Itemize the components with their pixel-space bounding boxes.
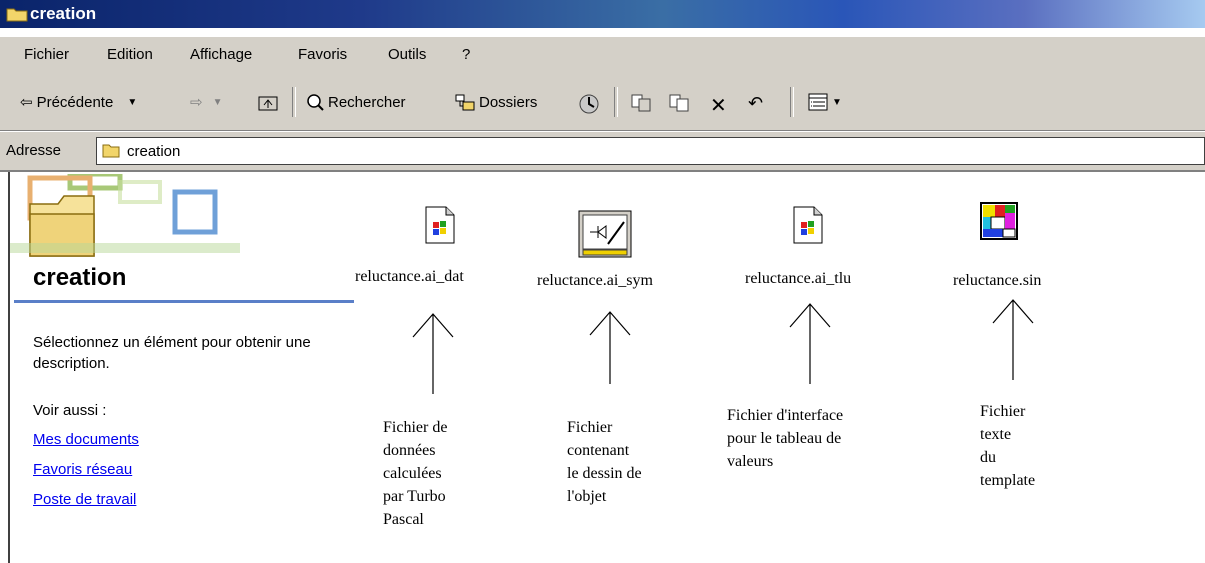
annotation-line: valeurs [727,453,774,470]
back-arrow-icon: ⇦ [20,94,33,111]
folders-icon [455,94,475,111]
address-value: creation [127,143,181,160]
folder-icon [102,144,120,158]
toolbar-separator [614,87,618,117]
forward-button[interactable]: ⇨ ▼ [190,93,222,111]
delete-x-icon: ✕ [710,95,727,117]
search-icon [307,94,324,111]
menu-edition[interactable]: Edition [107,46,153,63]
folder-view: creation Sélectionnez un élément pour ob… [0,172,1205,563]
folders-label: Dossiers [479,93,538,111]
arrow-ai-dat [412,313,454,394]
annotation-ai-tlu: Fichier d'interface pour le tableau de v… [727,404,843,473]
annotation-line: template [980,472,1036,489]
annotation-line: calculées [383,465,442,482]
menu-bar: Fichier Edition Affichage Favoris Outils… [0,36,1205,76]
address-bar: Adresse creation [0,132,1205,172]
annotation-line: par Turbo [383,488,446,505]
folders-button[interactable]: Dossiers [455,93,537,111]
history-icon [579,94,599,114]
menu-favoris[interactable]: Favoris [298,46,347,63]
toolbar: ⇦ Précédente ▼ ⇨ ▼ Rechercher Dossiers ✕… [0,75,1205,131]
back-button[interactable]: ⇦ Précédente ▼ [20,93,138,112]
title-bar[interactable]: creation [0,0,1205,28]
annotation-line: du [980,449,996,466]
menu-affichage[interactable]: Affichage [190,46,252,63]
annotation-line: Pascal [383,511,424,528]
menu-help[interactable]: ? [462,46,470,63]
annotation-sin: Fichier texte du template [980,400,1035,492]
toolbar-separator [292,87,296,117]
toolbar-separator [790,87,794,117]
undo-button[interactable]: ↶ [748,93,763,114]
views-button[interactable]: ▼ [808,93,842,111]
chevron-down-icon: ▼ [212,96,223,108]
undo-icon: ↶ [748,93,764,113]
address-input[interactable]: creation [96,137,1205,165]
annotation-ai-dat: Fichier de données calculées par Turbo P… [383,416,447,531]
chevron-down-icon: ▼ [127,96,138,108]
folder-icon [6,8,28,22]
address-label: Adresse [6,142,62,159]
chevron-down-icon: ▼ [832,96,842,108]
back-label: Précédente [36,93,114,111]
annotation-ai-sym: Fichier contenant le dessin de l'objet [567,416,642,508]
arrow-sin [992,299,1034,380]
arrow-ai-tlu [789,303,831,384]
up-folder-icon [258,96,278,111]
annotation-line: contenant [567,442,630,459]
search-label: Rechercher [328,93,406,111]
views-icon [808,93,828,111]
move-to-button[interactable] [630,93,652,113]
window-title: creation [30,4,97,23]
annotation-line: pour le tableau de [727,430,842,447]
annotation-line: données [383,442,436,459]
annotation-line: texte [980,426,1012,443]
copy-to-button[interactable] [668,93,690,113]
up-folder-button[interactable] [258,93,278,111]
annotation-line: Fichier [567,419,613,436]
menu-outils[interactable]: Outils [388,46,426,63]
forward-arrow-icon: ⇨ [190,94,203,111]
history-button[interactable] [578,93,600,115]
annotation-line: le dessin de [567,465,642,482]
annotation-line: Fichier d'interface [727,407,844,424]
copy-to-icon [669,94,689,112]
annotation-line: Fichier [980,403,1026,420]
annotation-line: l'objet [567,488,607,505]
move-to-icon [631,94,651,112]
annotation-line: Fichier de [383,419,448,436]
delete-button[interactable]: ✕ [710,93,727,118]
arrow-ai-sym [589,311,631,384]
menu-fichier[interactable]: Fichier [24,46,69,63]
search-button[interactable]: Rechercher [306,93,406,111]
